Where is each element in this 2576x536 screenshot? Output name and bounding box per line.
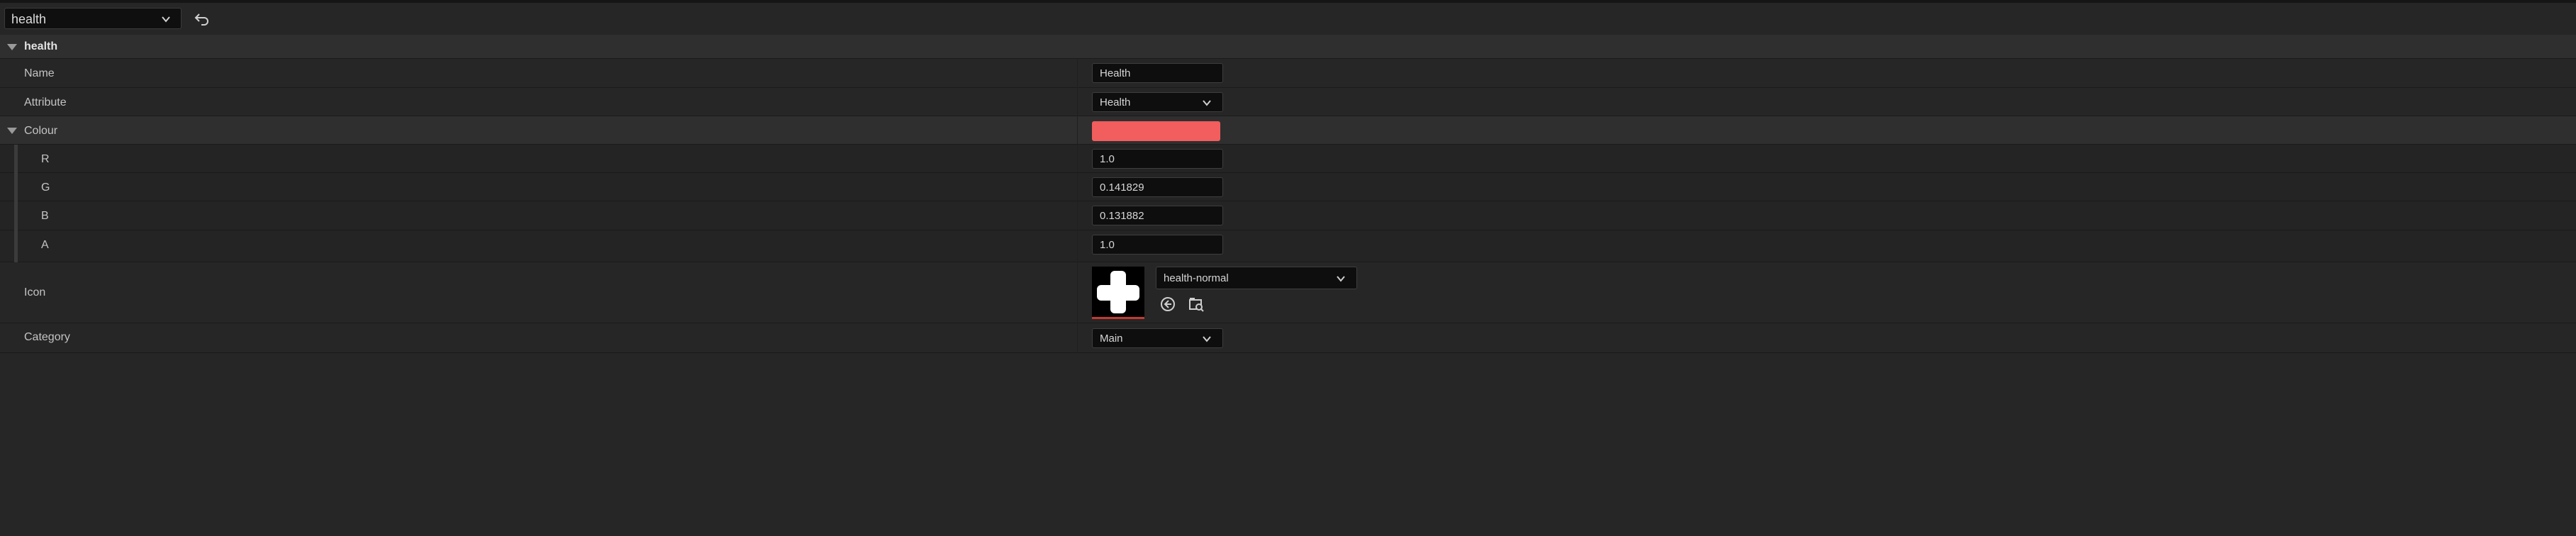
asset-selector-dropdown[interactable]: health [4, 8, 182, 29]
g-value-field[interactable]: 0.141829 [1092, 177, 1223, 197]
column-splitter[interactable] [1077, 88, 1078, 116]
property-row-category: Category Main [0, 323, 2576, 353]
property-label-icon: Icon [24, 286, 46, 298]
property-row-g: G 0.141829 [0, 173, 2576, 201]
a-value: 1.0 [1100, 239, 1115, 251]
attribute-dropdown-value: Health [1100, 96, 1131, 108]
property-row-attribute: Attribute Health [0, 88, 2576, 116]
b-value-field[interactable]: 0.131882 [1092, 206, 1223, 225]
plus-cross-icon-bar [1097, 285, 1139, 301]
column-splitter[interactable] [1077, 230, 1078, 262]
property-label-category: Category [24, 331, 70, 343]
undo-arrow-icon[interactable] [193, 9, 211, 28]
column-splitter[interactable] [1077, 201, 1078, 230]
property-label-colour: Colour [24, 125, 58, 137]
icon-asset-value: health-normal [1164, 272, 1229, 284]
chevron-down-icon [1203, 336, 1211, 342]
property-row-colour[interactable]: Colour [0, 116, 2576, 145]
asset-selector-value: health [11, 12, 47, 26]
expand-arrow-icon[interactable] [7, 128, 17, 134]
chevron-down-icon [1203, 100, 1211, 106]
b-value: 0.131882 [1100, 210, 1144, 222]
a-value-field[interactable]: 1.0 [1092, 235, 1223, 255]
window-top-border [0, 0, 2576, 3]
browse-folder-icon[interactable] [1187, 295, 1205, 313]
name-field[interactable]: Health [1092, 63, 1223, 83]
category-dropdown-value: Main [1100, 333, 1123, 345]
r-value: 1.0 [1100, 153, 1115, 165]
indent-guide [14, 201, 18, 230]
section-title: health [24, 40, 58, 52]
column-splitter[interactable] [1077, 173, 1078, 201]
indent-guide [14, 173, 18, 201]
expand-arrow-icon[interactable] [7, 44, 17, 50]
column-splitter[interactable] [1077, 145, 1078, 173]
property-row-r: R 1.0 [0, 145, 2576, 173]
icon-asset-dropdown[interactable]: health-normal [1156, 267, 1357, 289]
chevron-down-icon [162, 16, 170, 23]
indent-guide [14, 230, 18, 262]
r-value-field[interactable]: 1.0 [1092, 149, 1223, 169]
indent-guide [14, 145, 18, 173]
property-label-name: Name [24, 67, 55, 79]
colour-swatch[interactable] [1092, 121, 1220, 141]
column-splitter[interactable] [1077, 116, 1078, 145]
property-row-a: A 1.0 [0, 230, 2576, 262]
property-label-b: B [41, 210, 49, 222]
section-header-health[interactable]: health [0, 35, 2576, 59]
category-dropdown[interactable]: Main [1092, 328, 1223, 348]
column-splitter[interactable] [1077, 323, 1078, 353]
property-label-g: G [41, 182, 50, 194]
icon-thumbnail[interactable] [1092, 267, 1144, 319]
property-row-name: Name Health [0, 59, 2576, 88]
chevron-down-icon [1337, 276, 1345, 282]
property-row-b: B 0.131882 [0, 201, 2576, 230]
property-label-a: A [41, 239, 49, 251]
reset-circle-arrow-icon[interactable] [1159, 295, 1177, 313]
column-splitter[interactable] [1077, 262, 1078, 323]
name-field-value: Health [1100, 67, 1131, 79]
column-splitter[interactable] [1077, 59, 1078, 88]
property-label-attribute: Attribute [24, 96, 67, 108]
attribute-dropdown[interactable]: Health [1092, 92, 1223, 112]
thumbnail-accent-bar [1092, 317, 1144, 319]
g-value: 0.141829 [1100, 182, 1144, 194]
property-label-r: R [41, 153, 50, 165]
